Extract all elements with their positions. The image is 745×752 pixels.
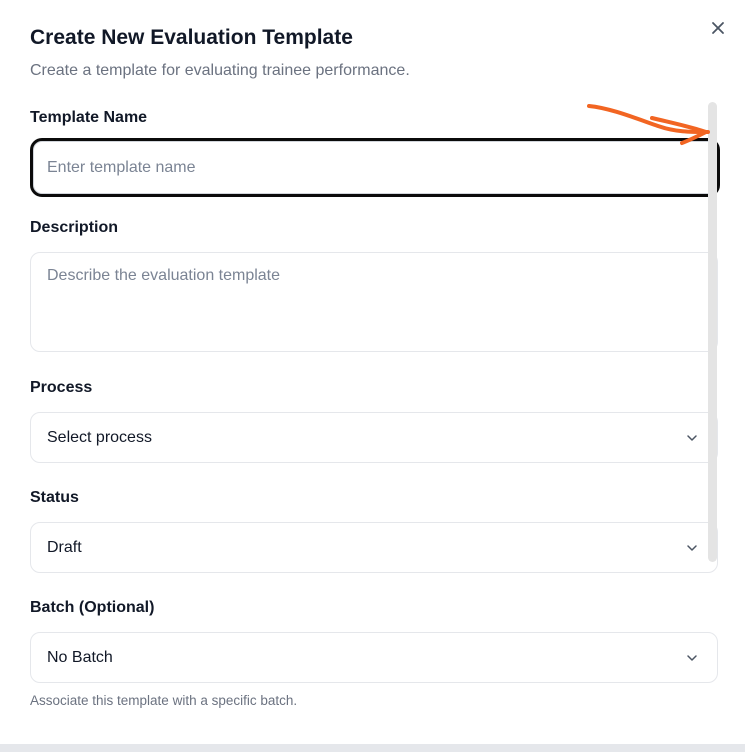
chevron-down-icon [687,654,697,661]
close-icon [712,22,724,34]
status-label: Status [30,489,79,506]
dialog-bottom-edge [0,744,745,752]
template-name-input[interactable] [33,141,717,194]
scrollbar-thumb[interactable] [708,102,717,562]
status-select[interactable]: Draft [30,522,718,573]
template-name-label: Template Name [30,109,148,126]
batch-selected-value: No Batch [47,648,113,666]
dialog-subtitle: Create a template for evaluating trainee… [30,62,410,79]
description-field-wrapper [30,252,718,352]
process-selected-value: Select process [47,428,152,446]
description-textarea[interactable] [31,253,717,349]
batch-select[interactable]: No Batch [30,632,718,683]
close-button[interactable] [706,16,730,40]
create-template-dialog: Create New Evaluation Template Create a … [0,0,745,752]
dialog-title: Create New Evaluation Template [30,26,353,49]
batch-label: Batch (Optional) [30,599,155,616]
status-selected-value: Draft [47,538,82,556]
description-label: Description [30,219,119,236]
chevron-down-icon [687,544,697,551]
template-name-field-wrapper [30,138,720,197]
batch-help-text: Associate this template with a specific … [30,693,298,708]
chevron-down-icon [687,434,697,441]
process-select[interactable]: Select process [30,412,718,463]
process-label: Process [30,379,93,396]
